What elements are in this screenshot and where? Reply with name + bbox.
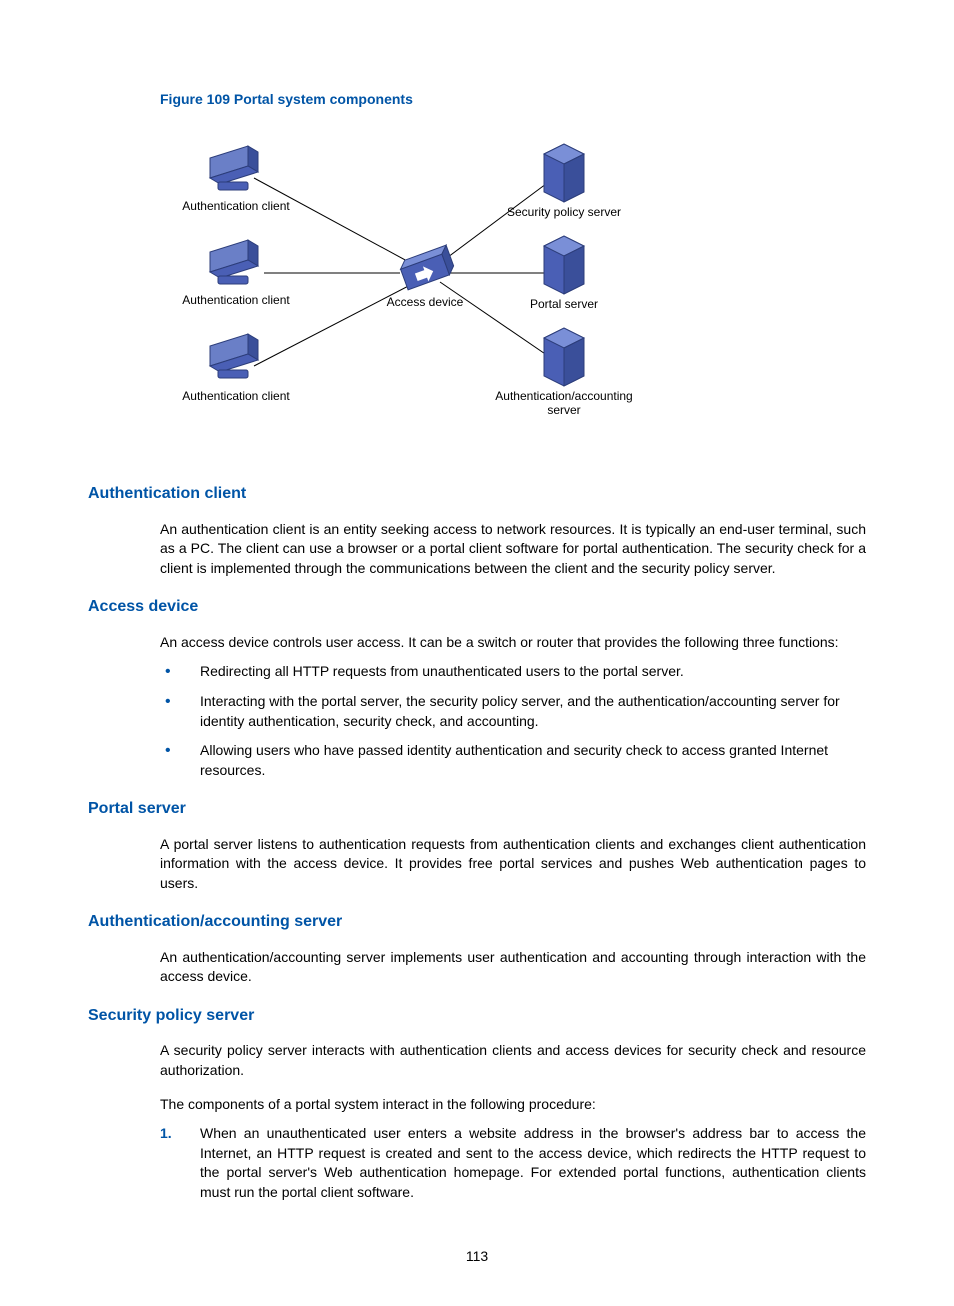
heading-portal-server: Portal server [88,798,866,820]
diagram-label-portal: Portal server [530,297,598,311]
list-item: 1. When an unauthenticated user enters a… [160,1124,866,1202]
diagram-label-auth2: server [547,403,580,417]
access-device-list: Redirecting all HTTP requests from unaut… [165,662,866,780]
portal-diagram: Authentication client Authentication cli… [160,128,866,444]
step-text: When an unauthenticated user enters a we… [200,1125,866,1200]
heading-security-policy: Security policy server [88,1005,866,1027]
para-auth-acct: An authentication/accounting server impl… [160,948,866,987]
para-auth-client: An authentication client is an entity se… [160,520,866,579]
diagram-label-auth1: Authentication/accounting [495,389,632,403]
para-security-1: A security policy server interacts with … [160,1041,866,1080]
list-item: Redirecting all HTTP requests from unaut… [165,662,866,682]
page-number: 113 [88,1247,866,1267]
para-portal-server: A portal server listens to authenticatio… [160,835,866,894]
para-security-2: The components of a portal system intera… [160,1095,866,1115]
heading-auth-acct: Authentication/accounting server [88,911,866,933]
heading-access-device: Access device [88,596,866,618]
diagram-label-client3: Authentication client [182,389,290,403]
diagram-label-access: Access device [387,295,464,309]
para-access-intro: An access device controls user access. I… [160,633,866,653]
list-item: Allowing users who have passed identity … [165,741,866,780]
step-number: 1. [160,1124,172,1144]
list-item: Interacting with the portal server, the … [165,692,866,731]
figure-caption: Figure 109 Portal system components [160,90,866,110]
procedure-list: 1. When an unauthenticated user enters a… [160,1124,866,1202]
diagram-label-client1: Authentication client [182,199,290,213]
diagram-label-policy: Security policy server [507,205,621,219]
diagram-label-client2: Authentication client [182,293,290,307]
heading-auth-client: Authentication client [88,483,866,505]
